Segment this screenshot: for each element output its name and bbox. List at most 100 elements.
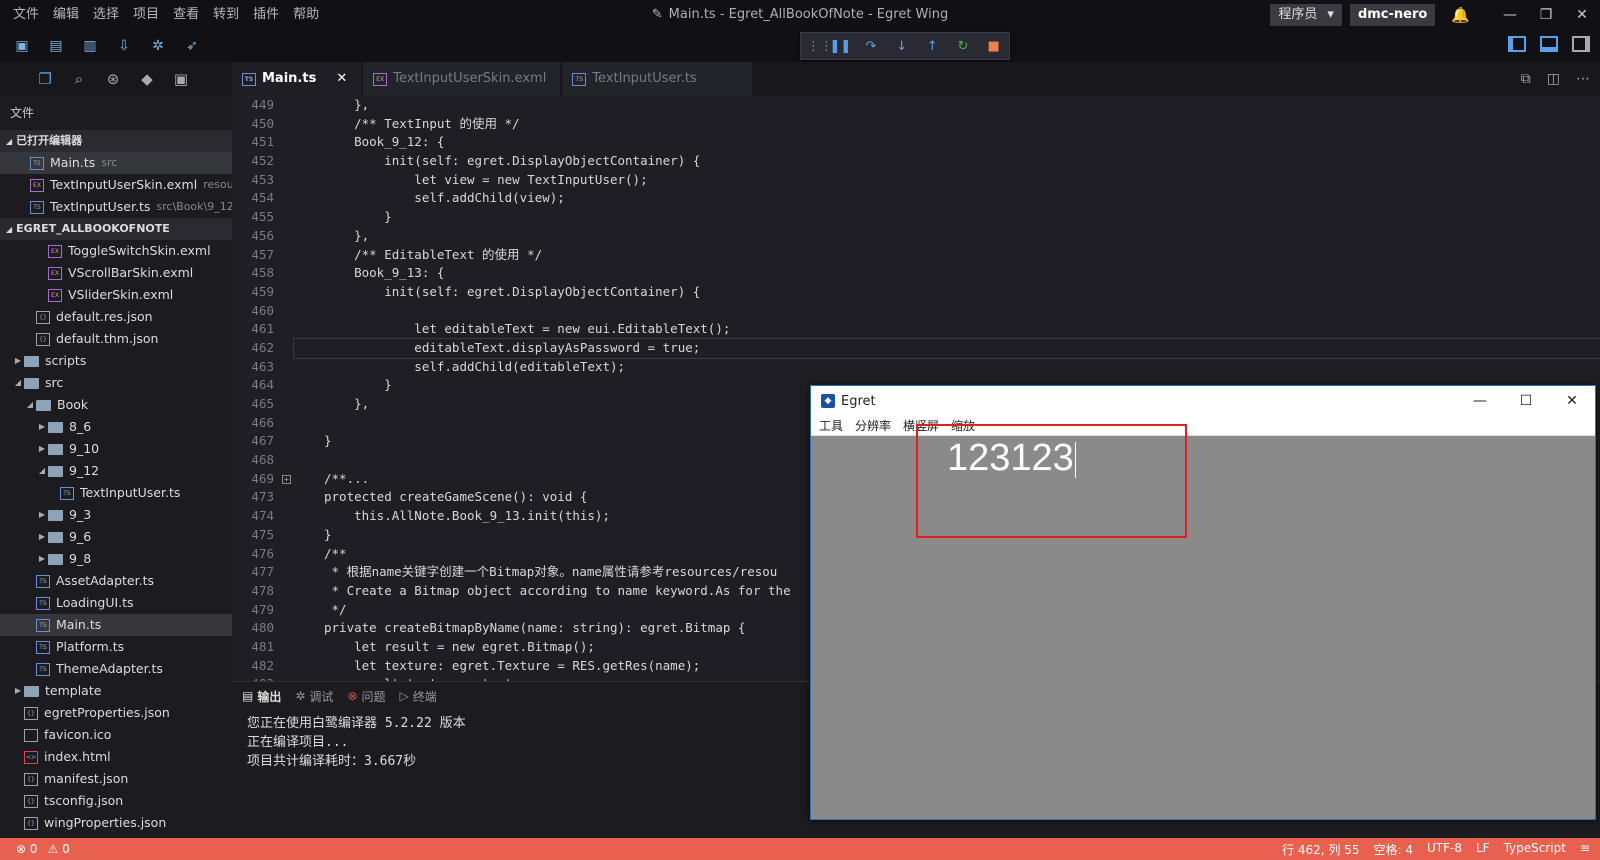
close-icon[interactable]: ✕ (316, 62, 347, 96)
egret-titlebar[interactable]: ◆ Egret — ☐ ✕ (811, 386, 1595, 416)
chevron-right-icon[interactable]: ▶ (12, 680, 24, 702)
open-editor-item[interactable]: TS TextInputUser.ts src\Book\9_12 (0, 196, 232, 218)
menu-item[interactable]: 转到 (206, 0, 246, 30)
drag-handle-icon[interactable]: ⋮⋮ (807, 39, 833, 54)
debug-icon[interactable]: ⊛ (104, 70, 122, 88)
chevron-down-icon[interactable]: ◢ (36, 460, 48, 482)
tree-item[interactable]: ▶ template (0, 680, 232, 702)
warnings-status[interactable]: ⚠ 0 (48, 842, 70, 856)
close-button[interactable]: ✕ (1549, 386, 1595, 416)
open-editor-item[interactable]: TS Main.ts src (0, 152, 232, 174)
menu-item[interactable]: 文件 (6, 0, 46, 30)
new-project-icon[interactable]: ▣ (12, 36, 32, 56)
tree-item[interactable]: TS LoadingUI.ts (0, 592, 232, 614)
bell-icon[interactable]: 🔔 (1451, 6, 1470, 24)
step-over-icon[interactable]: ↷ (856, 39, 887, 54)
open-changes-icon[interactable]: ⧉ (1521, 71, 1531, 87)
tree-item[interactable]: TS Main.ts (0, 614, 232, 636)
tab-terminal[interactable]: ▷ 终端 (400, 688, 437, 705)
tree-item[interactable]: {} egretProperties.json (0, 702, 232, 724)
tree-item[interactable]: ▶ 9_8 (0, 548, 232, 570)
tree-item[interactable]: EX VSliderSkin.exml (0, 284, 232, 306)
user-button[interactable]: dmc-nero (1349, 4, 1436, 26)
more-actions-icon[interactable]: ⋯ (1576, 71, 1590, 87)
tree-item[interactable]: {} default.thm.json (0, 328, 232, 350)
language-mode[interactable]: TypeScript (1504, 841, 1566, 858)
tab-main-ts[interactable]: TS Main.ts ✕ (232, 62, 362, 96)
tree-item[interactable]: {} manifest.json (0, 768, 232, 790)
save-all-icon[interactable]: ▥ (80, 36, 100, 56)
tree-item[interactable]: {} default.res.json (0, 306, 232, 328)
tree-item[interactable]: ◢ src (0, 372, 232, 394)
git-icon[interactable]: ◆ (138, 70, 156, 88)
chevron-down-icon[interactable]: ◢ (24, 394, 36, 416)
debug-bug-icon[interactable]: ✲ (148, 36, 168, 56)
menu-item[interactable]: 插件 (246, 0, 286, 30)
tree-item[interactable]: ▶ 9_10 (0, 438, 232, 460)
tab-textinputuser[interactable]: TS TextInputUser.ts (562, 62, 753, 96)
build-icon[interactable]: ⇩ (114, 36, 134, 56)
stop-icon[interactable]: ■ (978, 39, 1009, 54)
fold-expand-icon[interactable]: + (282, 474, 291, 484)
close-window-button[interactable]: ✕ (1564, 0, 1600, 30)
open-editors-header[interactable]: ◢ 已打开编辑器 (0, 130, 232, 152)
open-editor-item[interactable]: EX TextInputUserSkin.exml resou... (0, 174, 232, 196)
files-icon[interactable]: ❐ (36, 70, 54, 88)
indentation[interactable]: 空格: 4 (1373, 841, 1413, 858)
toggle-panel-icon[interactable] (1540, 36, 1558, 52)
chevron-right-icon[interactable]: ▶ (36, 504, 48, 526)
tree-item[interactable]: EX ToggleSwitchSkin.exml (0, 240, 232, 262)
chevron-right-icon[interactable]: ▶ (36, 526, 48, 548)
split-editor-icon[interactable]: ◫ (1547, 71, 1560, 87)
minimize-button[interactable]: — (1457, 386, 1503, 416)
tree-item[interactable]: TS ThemeAdapter.ts (0, 658, 232, 680)
step-out-icon[interactable]: ↑ (917, 39, 948, 54)
chevron-right-icon[interactable]: ▶ (36, 548, 48, 570)
tree-item[interactable]: EX VScrollBarSkin.exml (0, 262, 232, 284)
toggle-right-panel-icon[interactable] (1572, 36, 1590, 52)
menu-icon[interactable]: ≡ (1580, 841, 1590, 858)
publish-rocket-icon[interactable]: ➶ (182, 36, 202, 56)
chevron-right-icon[interactable]: ▶ (36, 416, 48, 438)
search-icon[interactable]: ⌕ (70, 70, 88, 88)
menu-item[interactable]: 选择 (86, 0, 126, 30)
maximize-button[interactable]: ☐ (1503, 386, 1549, 416)
tree-item[interactable]: ▶ scripts (0, 350, 232, 372)
chevron-down-icon[interactable]: ◢ (12, 372, 24, 394)
tree-item[interactable]: ▶ 9_6 (0, 526, 232, 548)
tab-output[interactable]: ▤ 输出 (242, 688, 281, 705)
tree-item[interactable]: TS Platform.ts (0, 636, 232, 658)
cursor-position[interactable]: 行 462, 列 55 (1282, 841, 1359, 858)
tree-item[interactable]: ◢ 9_12 (0, 460, 232, 482)
toggle-sidebar-icon[interactable] (1508, 36, 1526, 52)
tree-item[interactable]: {} wingProperties.json (0, 812, 232, 834)
encoding[interactable]: UTF-8 (1427, 841, 1462, 858)
role-select[interactable]: 程序员 ▾ (1270, 4, 1342, 26)
tree-item[interactable]: TS AssetAdapter.ts (0, 570, 232, 592)
save-icon[interactable]: ▤ (46, 36, 66, 56)
tree-item[interactable]: ◢ Book (0, 394, 232, 416)
project-header[interactable]: ◢ EGRET_ALLBOOKOFNOTE (0, 218, 232, 240)
tree-item[interactable]: {} tsconfig.json (0, 790, 232, 812)
restart-icon[interactable]: ↻ (948, 39, 979, 54)
pause-icon[interactable]: ❚❚ (825, 39, 856, 54)
tree-item[interactable]: TS TextInputUser.ts (0, 482, 232, 504)
tab-textinputuserskin[interactable]: EX TextInputUserSkin.exml (363, 62, 561, 96)
restore-button[interactable]: ❐ (1528, 0, 1564, 30)
menu-item[interactable]: 编辑 (46, 0, 86, 30)
chevron-right-icon[interactable]: ▶ (12, 350, 24, 372)
step-into-icon[interactable]: ↓ (886, 39, 917, 54)
menu-item[interactable]: 帮助 (286, 0, 326, 30)
tree-item[interactable]: favicon.ico (0, 724, 232, 746)
errors-status[interactable]: ⊗ 0 (16, 842, 38, 856)
tree-item[interactable]: ▶ 9_3 (0, 504, 232, 526)
egret-menu-item[interactable]: 分辨率 (855, 417, 891, 434)
tab-debug[interactable]: ✲ 调试 (295, 688, 333, 705)
egret-menu-item[interactable]: 工具 (819, 417, 843, 434)
menu-item[interactable]: 查看 (166, 0, 206, 30)
tree-item[interactable]: <> index.html (0, 746, 232, 768)
eol[interactable]: LF (1476, 841, 1490, 858)
tab-problems[interactable]: ⊗ 问题 (347, 688, 385, 705)
minimize-button[interactable]: — (1492, 0, 1528, 30)
tree-item[interactable]: ▶ 8_6 (0, 416, 232, 438)
